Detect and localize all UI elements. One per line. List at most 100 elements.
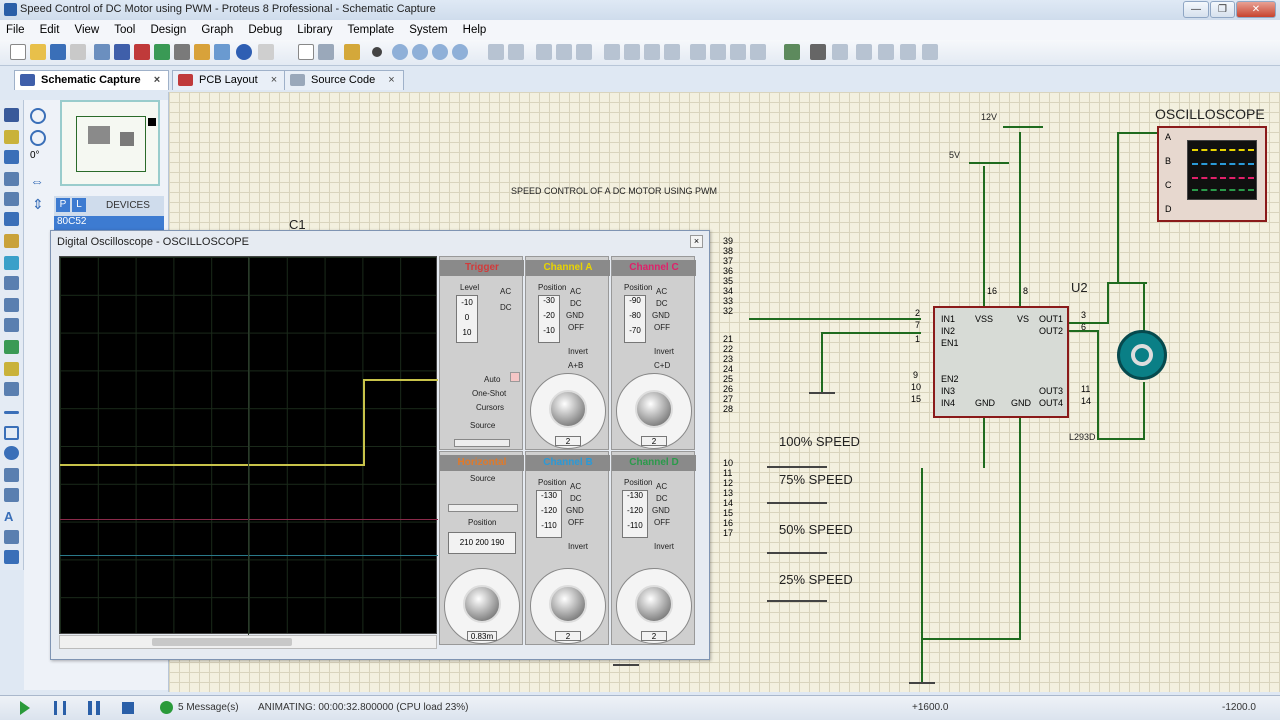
close-tab-icon[interactable]: × bbox=[271, 74, 277, 86]
pause-icon[interactable] bbox=[88, 701, 100, 715]
graph-mode-icon[interactable] bbox=[4, 298, 19, 312]
new-sheet-icon[interactable] bbox=[856, 44, 872, 60]
close-project-icon[interactable] bbox=[70, 44, 86, 60]
grid-icon[interactable] bbox=[318, 44, 334, 60]
messages-count[interactable]: 5 Message(s) bbox=[178, 702, 239, 713]
zoom-in-icon[interactable] bbox=[392, 44, 408, 60]
undo-icon[interactable] bbox=[488, 44, 504, 60]
messages-icon[interactable] bbox=[160, 701, 173, 714]
vcc-12v-terminal[interactable] bbox=[1003, 118, 1043, 128]
menu-design[interactable]: Design bbox=[144, 20, 192, 40]
terminals-icon[interactable] bbox=[4, 256, 19, 270]
subcircuit-icon[interactable] bbox=[4, 234, 19, 248]
trigger-cursors[interactable]: Cursors bbox=[476, 403, 504, 412]
channel-a-dc[interactable]: DC bbox=[570, 299, 582, 308]
device-list-item[interactable]: 80C52 bbox=[54, 216, 164, 230]
property-tool-icon[interactable] bbox=[832, 44, 848, 60]
voltage-probe-icon[interactable] bbox=[4, 362, 19, 376]
redo-icon[interactable] bbox=[508, 44, 524, 60]
menu-edit[interactable]: Edit bbox=[34, 20, 66, 40]
trigger-ac[interactable]: AC bbox=[500, 287, 511, 296]
copy-icon[interactable] bbox=[556, 44, 572, 60]
channel-b-ac[interactable]: AC bbox=[570, 482, 581, 491]
remove-sheet-icon[interactable] bbox=[878, 44, 894, 60]
help-icon[interactable] bbox=[236, 44, 252, 60]
menu-file[interactable]: File bbox=[0, 20, 31, 40]
component-mode-icon[interactable] bbox=[4, 130, 19, 144]
pick-devices-button[interactable]: P bbox=[56, 198, 70, 212]
switch-50[interactable] bbox=[767, 540, 827, 554]
channel-a-off[interactable]: OFF bbox=[568, 323, 584, 332]
step-icon[interactable] bbox=[54, 701, 66, 715]
minimize-button[interactable]: — bbox=[1183, 1, 1209, 18]
play-icon[interactable] bbox=[20, 701, 30, 715]
channel-b-gnd[interactable]: GND bbox=[566, 506, 584, 515]
close-tab-icon[interactable]: × bbox=[154, 74, 160, 86]
menu-graph[interactable]: Graph bbox=[195, 20, 239, 40]
text-2d-icon[interactable]: A bbox=[4, 510, 19, 524]
decompose-icon[interactable] bbox=[750, 44, 766, 60]
generator-icon[interactable] bbox=[4, 340, 19, 354]
dc-motor[interactable] bbox=[1117, 330, 1167, 380]
horizontal-source-slider[interactable] bbox=[448, 504, 518, 512]
menu-debug[interactable]: Debug bbox=[242, 20, 288, 40]
gerber-icon[interactable] bbox=[154, 44, 170, 60]
origin-icon[interactable] bbox=[344, 44, 360, 60]
channel-c-off[interactable]: OFF bbox=[654, 323, 670, 332]
vcc-5v-terminal[interactable] bbox=[969, 154, 1009, 164]
oscilloscope-window[interactable]: Digital Oscilloscope - OSCILLOSCOPE × Tr… bbox=[50, 230, 710, 660]
channel-a-gnd[interactable]: GND bbox=[566, 311, 584, 320]
arc-2d-icon[interactable] bbox=[4, 468, 19, 482]
line-2d-icon[interactable] bbox=[4, 411, 19, 414]
schematic-icon[interactable] bbox=[114, 44, 130, 60]
channel-d-invert[interactable]: Invert bbox=[654, 542, 674, 551]
trigger-auto[interactable]: Auto bbox=[484, 375, 500, 384]
oscilloscope-scrollbar[interactable] bbox=[59, 635, 437, 649]
device-pins-icon[interactable] bbox=[4, 276, 19, 290]
tab-source-code[interactable]: Source Code × bbox=[284, 70, 404, 90]
tape-recorder-icon[interactable] bbox=[4, 318, 19, 332]
pcb-icon[interactable] bbox=[134, 44, 150, 60]
rotate-anticlockwise-icon[interactable] bbox=[30, 130, 46, 146]
trigger-dc[interactable]: DC bbox=[500, 303, 512, 312]
switch-25[interactable] bbox=[767, 588, 827, 602]
bom-icon[interactable] bbox=[194, 44, 210, 60]
channel-c-invert[interactable]: Invert bbox=[654, 347, 674, 356]
zoom-out-icon[interactable] bbox=[412, 44, 428, 60]
zoom-all-icon[interactable] bbox=[432, 44, 448, 60]
box-2d-icon[interactable] bbox=[4, 426, 19, 440]
overview-window[interactable] bbox=[60, 100, 160, 186]
channel-d-ac[interactable]: AC bbox=[656, 482, 667, 491]
channel-a-position-selector[interactable]: -30 -20 -10 bbox=[538, 295, 560, 343]
scrollbar-thumb[interactable] bbox=[152, 638, 292, 646]
channel-b-volts-knob[interactable] bbox=[549, 585, 587, 623]
channel-d-gnd[interactable]: GND bbox=[652, 506, 670, 515]
buses-icon[interactable] bbox=[4, 212, 19, 226]
home-icon[interactable] bbox=[94, 44, 110, 60]
wire-autorouter-icon[interactable] bbox=[784, 44, 800, 60]
open-folder-icon[interactable] bbox=[30, 44, 46, 60]
channel-b-off[interactable]: OFF bbox=[568, 518, 584, 527]
channel-b-invert[interactable]: Invert bbox=[568, 542, 588, 551]
block-rotate-icon[interactable] bbox=[644, 44, 660, 60]
wire-label-icon[interactable] bbox=[4, 172, 19, 186]
text-script-icon[interactable] bbox=[4, 192, 19, 206]
pan-icon[interactable] bbox=[372, 47, 382, 57]
save-icon[interactable] bbox=[50, 44, 66, 60]
block-delete-icon[interactable] bbox=[664, 44, 680, 60]
rotation-angle[interactable]: 0° bbox=[30, 150, 40, 161]
circle-2d-icon[interactable] bbox=[4, 446, 19, 460]
channel-c-gnd[interactable]: GND bbox=[652, 311, 670, 320]
library-manager-button[interactable]: L bbox=[72, 198, 86, 212]
mirror-vertical-icon[interactable]: ⇕ bbox=[32, 196, 44, 212]
trigger-source-slider[interactable] bbox=[454, 439, 510, 447]
channel-a-sum[interactable]: A+B bbox=[568, 361, 583, 370]
pick-device-icon[interactable] bbox=[690, 44, 706, 60]
marker-2d-icon[interactable] bbox=[4, 550, 19, 564]
block-move-icon[interactable] bbox=[624, 44, 640, 60]
electrical-rule-check-icon[interactable] bbox=[922, 44, 938, 60]
channel-c-ac[interactable]: AC bbox=[656, 287, 667, 296]
channel-d-position-selector[interactable]: -130 -120 -110 bbox=[622, 490, 648, 538]
channel-a-volts-knob[interactable] bbox=[549, 390, 587, 428]
tab-pcb-layout[interactable]: PCB Layout × bbox=[172, 70, 287, 90]
